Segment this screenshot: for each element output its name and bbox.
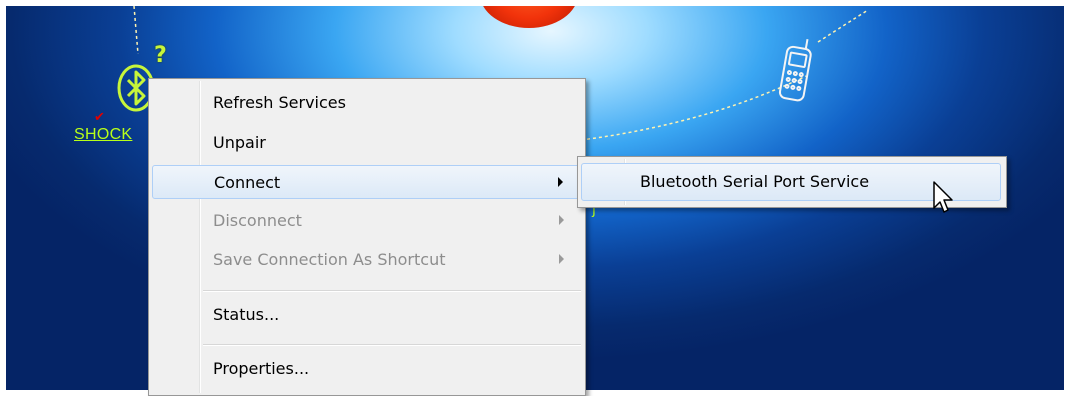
menu-separator (203, 344, 581, 346)
menu-item-refresh-services[interactable]: Refresh Services (152, 86, 582, 120)
paired-check-icon: ✔ (94, 110, 105, 125)
submenu-arrow-icon (558, 177, 563, 187)
menu-item-status[interactable]: Status... (152, 298, 582, 332)
menu-item-label: Properties... (213, 359, 310, 378)
menu-item-label: Unpair (213, 133, 266, 152)
menu-item-label: Refresh Services (213, 93, 346, 112)
mobile-phone-icon[interactable] (776, 34, 820, 106)
menu-item-disconnect[interactable]: Disconnect (152, 204, 582, 238)
submenu-arrow-icon (559, 215, 564, 225)
mouse-pointer-icon (933, 181, 953, 213)
menu-item-label: Disconnect (213, 211, 302, 230)
submenu-item-label: Bluetooth Serial Port Service (640, 172, 870, 191)
context-menu: Refresh Services Unpair Connect Disconne… (148, 78, 586, 396)
submenu-arrow-icon (559, 254, 564, 264)
unknown-status-icon: ? (154, 43, 167, 68)
menu-separator (203, 290, 581, 292)
menu-item-connect[interactable]: Connect (152, 165, 582, 199)
menu-item-label: Save Connection As Shortcut (213, 250, 446, 269)
menu-item-unpair[interactable]: Unpair (152, 126, 582, 160)
menu-item-save-connection-shortcut[interactable]: Save Connection As Shortcut (152, 243, 582, 277)
menu-item-label: Connect (214, 173, 281, 192)
device-label[interactable]: SHOCK (74, 126, 132, 144)
menu-item-properties[interactable]: Properties... (152, 352, 582, 386)
menu-item-label: Status... (213, 305, 280, 324)
